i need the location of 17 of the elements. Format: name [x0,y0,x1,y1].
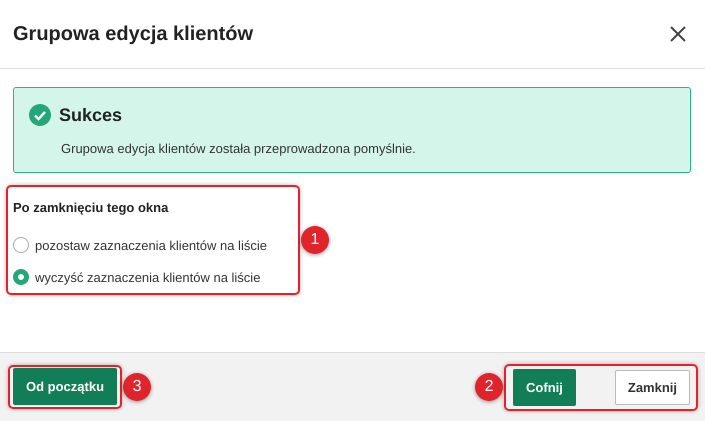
radio-button[interactable] [13,237,29,253]
primary-button[interactable]: Cofnij [513,368,576,406]
close-icon [669,25,687,43]
close-dialog-button[interactable]: Zamknij [614,370,690,404]
radio-label: pozostaw zaznaczenia klientów na liście [35,238,267,252]
dialog-title: Grupowa edycja klientów [13,22,254,46]
section-heading: Po zamknięciu tego okna [13,200,170,215]
alert-message: Grupowa edycja klientów została przeprowadzona pomyślnie. [61,141,417,156]
radio-button[interactable] [13,269,29,285]
close-button[interactable] [669,25,687,43]
number-badge: 2 [475,373,504,401]
alert-title: Sukces [59,104,122,126]
primary-button[interactable]: Od początku [13,368,118,405]
check-circle-icon [29,104,51,126]
radio-label: wyczyść zaznaczenia klientów na liście [35,270,260,284]
number-badge: 1 [301,226,329,254]
number-badge: 3 [123,373,152,401]
